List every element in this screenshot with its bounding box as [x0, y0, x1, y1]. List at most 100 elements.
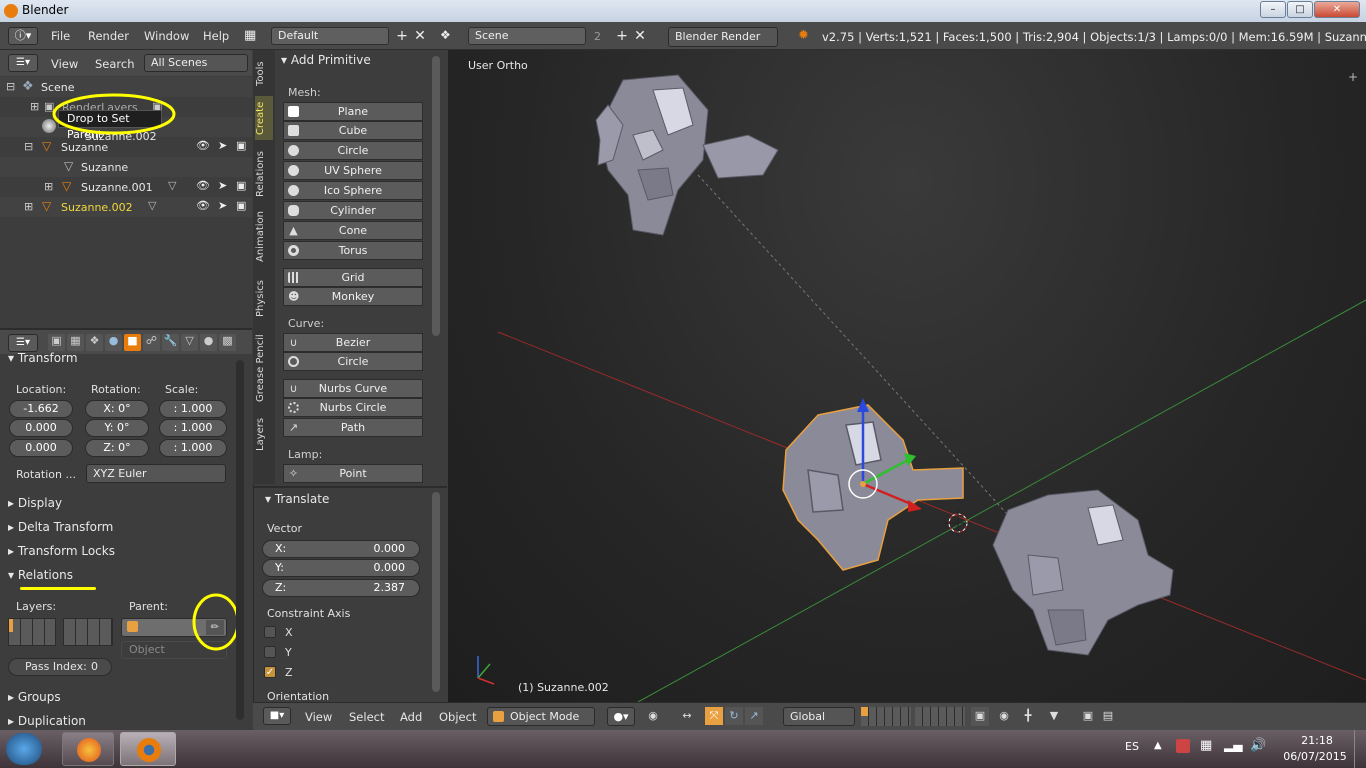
add-scene-icon[interactable]: +: [614, 28, 630, 44]
constraint-z-checkbox[interactable]: ✓: [264, 666, 276, 678]
layer-lock-icon[interactable]: ▣: [971, 707, 989, 726]
rotate-manipulator-icon[interactable]: ↻: [725, 707, 743, 725]
screen-layout-icon[interactable]: ▦: [244, 28, 260, 44]
proportional-edit-icon[interactable]: ◉: [995, 707, 1013, 726]
close-button[interactable]: ✕: [1314, 1, 1360, 18]
volume-tray-icon[interactable]: 🔊: [1250, 738, 1266, 753]
properties-toggle-plus-icon[interactable]: +: [1348, 70, 1362, 84]
add-torus-button[interactable]: Torus: [283, 241, 423, 260]
expand-icon[interactable]: ⊞: [30, 100, 39, 113]
panel-transform-locks-header[interactable]: ▸ Transform Locks: [8, 544, 230, 564]
layers-grid-1[interactable]: [8, 618, 56, 646]
outliner-row-suzanne002[interactable]: ⊞ ▽ Suzanne.002 ▽ 👁 ➤ ▣: [0, 197, 252, 217]
panel-display-header[interactable]: ▸ Display: [8, 496, 230, 516]
material-tab-icon[interactable]: ●: [200, 334, 217, 351]
render-engine-dropdown[interactable]: Blender Render: [668, 27, 778, 47]
data-tab-icon[interactable]: ▽: [181, 334, 198, 351]
scale-x-field[interactable]: : 1.000: [159, 400, 227, 418]
add-circle-button[interactable]: Circle: [283, 141, 423, 160]
properties-scrollbar[interactable]: [236, 360, 244, 720]
cursor-icon[interactable]: ➤: [218, 179, 227, 192]
snap-toggle-icon[interactable]: ▼: [1045, 707, 1063, 726]
tray-app-icon[interactable]: [1176, 739, 1190, 753]
suzanne-mesh-selected[interactable]: [782, 398, 964, 571]
taskbar-blender-button[interactable]: [120, 732, 176, 766]
add-ico-sphere-button[interactable]: Ico Sphere: [283, 181, 423, 200]
properties-editor-type-icon[interactable]: ☰▾: [8, 334, 38, 352]
pass-index-field[interactable]: Pass Index: 0: [8, 658, 112, 676]
operator-scrollbar[interactable]: [432, 492, 440, 692]
constraint-x-checkbox[interactable]: [264, 626, 276, 638]
vector-x-field[interactable]: X: 0.000: [262, 540, 420, 558]
add-plane-button[interactable]: Plane: [283, 102, 423, 121]
expand-icon[interactable]: ⊞: [24, 200, 33, 213]
tool-shelf-scrollbar[interactable]: [432, 56, 440, 336]
render-layers-tab-icon[interactable]: ▦: [67, 334, 84, 351]
scene-tab-icon[interactable]: ❖: [86, 334, 103, 351]
outliner-row-suzanne-mesh[interactable]: ▽ Suzanne: [0, 157, 252, 177]
manipulator-toggle-icon[interactable]: ↔: [677, 707, 697, 726]
signal-tray-icon[interactable]: ▂▄: [1224, 738, 1242, 752]
location-y-field[interactable]: 0.000: [9, 419, 73, 437]
outliner-menu-search[interactable]: Search: [95, 57, 135, 71]
language-indicator[interactable]: ES: [1125, 740, 1139, 753]
vector-y-field[interactable]: Y: 0.000: [262, 559, 420, 577]
tab-physics[interactable]: Physics: [255, 275, 273, 323]
add-nurbs-curve-button[interactable]: ∪ Nurbs Curve: [283, 379, 423, 398]
transform-orientation-dropdown[interactable]: Global: [783, 707, 855, 726]
constraint-y-checkbox[interactable]: [264, 646, 276, 658]
outliner-row-suzanne001[interactable]: ⊞ ▽ Suzanne.001 ▽ 👁 ➤ ▣: [0, 177, 252, 197]
network-tray-icon[interactable]: ▦: [1200, 738, 1212, 753]
location-x-field[interactable]: -1.662: [9, 400, 73, 418]
world-tab-icon[interactable]: ●: [105, 334, 122, 351]
cursor-icon[interactable]: ➤: [218, 139, 227, 152]
viewport-shading-dropdown[interactable]: ●▾: [607, 707, 635, 726]
menu-window[interactable]: Window: [144, 29, 189, 43]
scale-manipulator-icon[interactable]: ↗: [745, 707, 763, 725]
panel-transform-header[interactable]: ▾ Transform: [8, 351, 230, 371]
rotation-mode-dropdown[interactable]: XYZ Euler: [86, 464, 226, 483]
scene-icon[interactable]: ❖: [440, 28, 456, 44]
constraints-tab-icon[interactable]: ☍: [143, 334, 160, 351]
panel-groups-header[interactable]: ▸ Groups: [8, 690, 230, 710]
minimize-button[interactable]: –: [1260, 1, 1286, 18]
layers-grid-2[interactable]: [63, 618, 113, 646]
panel-relations-header[interactable]: ▾ Relations: [8, 568, 230, 588]
delete-screen-icon[interactable]: ✕: [412, 28, 428, 44]
suzanne-mesh-top[interactable]: [595, 74, 779, 236]
camera-render-icon[interactable]: ▣: [236, 139, 246, 152]
eye-icon[interactable]: 👁: [196, 139, 210, 152]
add-monkey-button[interactable]: ☻ Monkey: [283, 287, 423, 306]
add-point-lamp-button[interactable]: ✧ Point: [283, 464, 423, 483]
taskbar-firefox-button[interactable]: [62, 732, 114, 766]
rotation-z-field[interactable]: Z: 0°: [85, 439, 149, 457]
add-screen-icon[interactable]: +: [394, 28, 410, 44]
add-cylinder-button[interactable]: Cylinder: [283, 201, 423, 220]
screen-layout-field[interactable]: Default: [271, 27, 389, 45]
render-tab-icon[interactable]: ▣: [48, 334, 65, 351]
add-primitive-header[interactable]: ▾ Add Primitive: [281, 53, 371, 67]
maximize-button[interactable]: □: [1287, 1, 1313, 18]
texture-tab-icon[interactable]: ▩: [219, 334, 236, 351]
location-z-field[interactable]: 0.000: [9, 439, 73, 457]
show-hidden-icons-arrow[interactable]: ▲: [1154, 740, 1162, 751]
add-bezier-button[interactable]: ∪ Bezier: [283, 333, 423, 352]
translate-manipulator-icon[interactable]: ⤧: [705, 707, 723, 725]
tab-create[interactable]: Create: [255, 96, 273, 140]
eye-icon[interactable]: 👁: [196, 179, 210, 192]
scene-layers-grid-2[interactable]: [915, 707, 965, 726]
rotation-y-field[interactable]: Y: 0°: [85, 419, 149, 437]
viewport-menu-object[interactable]: Object: [439, 710, 476, 724]
viewport-menu-select[interactable]: Select: [349, 710, 384, 724]
add-grid-button[interactable]: Grid: [283, 268, 423, 287]
scene-layers-grid-1[interactable]: [861, 707, 911, 726]
add-cube-button[interactable]: Cube: [283, 121, 423, 140]
expand-icon[interactable]: ⊞: [44, 180, 53, 193]
camera-render-icon[interactable]: ▣: [236, 199, 246, 212]
object-tab-icon[interactable]: ■: [124, 334, 141, 351]
add-nurbs-circle-button[interactable]: Nurbs Circle: [283, 398, 423, 417]
modifiers-tab-icon[interactable]: 🔧: [162, 334, 179, 351]
render-opengl-icon[interactable]: ▣: [1079, 707, 1097, 726]
tab-grease-pencil[interactable]: Grease Pencil: [255, 330, 273, 406]
camera-render-icon[interactable]: ▣: [236, 179, 246, 192]
